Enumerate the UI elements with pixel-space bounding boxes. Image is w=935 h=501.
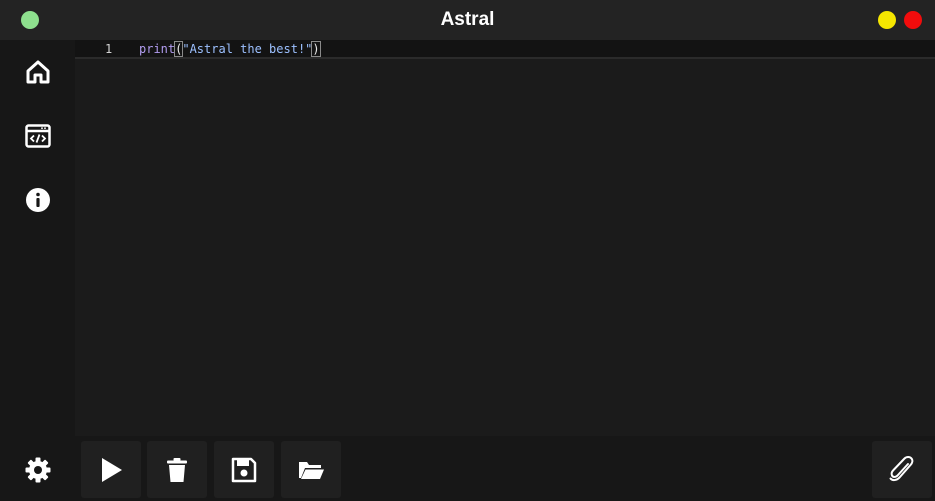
bottom-toolbar (75, 436, 935, 501)
close-button[interactable] (904, 11, 922, 29)
current-line-highlight: 1 print("Astral the best!") (75, 40, 935, 59)
code-paren-close: ) (311, 41, 321, 57)
run-button[interactable] (81, 441, 141, 498)
code-string-token: "Astral the best!" (182, 42, 313, 56)
code-editor[interactable]: 1 print("Astral the best!") (75, 40, 935, 436)
code-window-icon (25, 124, 51, 148)
sidebar (0, 40, 75, 501)
paperclip-icon (889, 455, 914, 481)
minimize-button[interactable] (878, 11, 896, 29)
gear-icon (25, 457, 51, 483)
open-file-button[interactable] (281, 441, 341, 498)
trash-icon (167, 457, 187, 482)
home-icon (26, 60, 50, 84)
folder-open-icon (299, 461, 324, 479)
save-button[interactable] (214, 441, 274, 498)
clear-button[interactable] (147, 441, 207, 498)
sidebar-item-home[interactable] (19, 53, 57, 91)
app-window: Astral 1 print("Astral the best!") (0, 0, 935, 501)
sidebar-item-editor[interactable] (19, 117, 57, 155)
play-icon (102, 457, 122, 482)
code-line[interactable]: print("Astral the best!") (139, 41, 321, 57)
settings-button[interactable] (21, 453, 55, 487)
window-title: Astral (440, 9, 495, 30)
info-icon (26, 188, 50, 212)
sidebar-item-info[interactable] (19, 181, 57, 219)
title-bar[interactable]: Astral (0, 0, 935, 40)
line-number: 1 (105, 42, 113, 56)
save-icon (231, 457, 257, 482)
code-function-token: print (139, 42, 176, 56)
attach-button[interactable] (872, 441, 932, 498)
